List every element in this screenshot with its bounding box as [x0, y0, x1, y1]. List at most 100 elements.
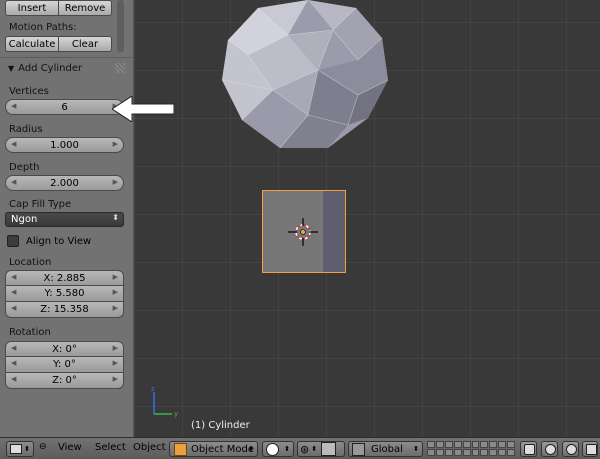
vertices-field[interactable]: ◀ 6 ▶ — [5, 99, 124, 115]
mode-label: Object Mode — [191, 443, 254, 455]
collapse-triangle-icon[interactable]: ▼ — [8, 64, 14, 73]
calculate-button[interactable]: Calculate — [5, 36, 58, 52]
pivot-and-manipulator-buttons[interactable]: ⊛ ⬍ — [297, 441, 345, 457]
layer-button[interactable] — [507, 449, 515, 456]
decrement-arrow-icon[interactable]: ◀ — [11, 304, 16, 312]
layer-button[interactable] — [427, 441, 435, 448]
3d-view-header: ⬍ ⊖ View Select Object Object Mode ⬍ ⬍ ⊛… — [0, 437, 600, 459]
layer-button[interactable] — [427, 449, 435, 456]
editor-type-button[interactable]: ⬍ — [6, 441, 34, 457]
increment-arrow-icon[interactable]: ▶ — [113, 178, 118, 186]
layer-button[interactable] — [480, 441, 489, 448]
decrement-arrow-icon[interactable]: ◀ — [11, 344, 16, 352]
layer-button[interactable] — [471, 441, 480, 448]
select-menu[interactable]: Select — [95, 442, 126, 453]
chevron-down-icon: ⬍ — [24, 445, 30, 453]
layer-button[interactable] — [462, 449, 471, 456]
interaction-mode-dropdown[interactable]: Object Mode ⬍ — [169, 441, 258, 457]
3d-view-editor-icon — [10, 444, 23, 454]
rotation-label: Rotation — [9, 327, 51, 338]
layer-button[interactable] — [489, 441, 498, 448]
layer-button[interactable] — [453, 449, 462, 456]
viewport-shading-dropdown[interactable]: ⬍ — [262, 441, 294, 457]
depth-field[interactable]: ◀ 2.000 ▶ — [5, 175, 124, 191]
layer-button[interactable] — [444, 441, 453, 448]
orientation-icon — [352, 442, 365, 456]
layer-button[interactable] — [435, 449, 444, 456]
rotation-y-field[interactable]: ◀ Y: 0° ▶ — [5, 357, 124, 373]
render-preview-button[interactable] — [582, 441, 598, 457]
operator-panel-header[interactable]: ▼ Add Cylinder — [0, 57, 133, 78]
proportional-edit-icon — [545, 444, 556, 455]
camera-icon — [586, 444, 597, 455]
clear-button[interactable]: Clear — [58, 36, 112, 52]
layer-buttons[interactable] — [427, 441, 515, 456]
layer-button[interactable] — [480, 449, 489, 456]
location-y-field[interactable]: ◀ Y: 5.580 ▶ — [5, 286, 124, 302]
layer-button[interactable] — [489, 449, 498, 456]
rotation-x-value: X: 0° — [52, 343, 77, 355]
decrement-arrow-icon[interactable]: ◀ — [11, 102, 16, 110]
depth-label: Depth — [9, 162, 40, 173]
rotation-x-field[interactable]: ◀ X: 0° ▶ — [5, 341, 124, 357]
location-z-value: Z: 15.358 — [40, 304, 89, 315]
view-menu[interactable]: View — [58, 442, 82, 453]
cylinder-shaded-side — [323, 191, 345, 272]
object-mode-icon — [174, 442, 187, 456]
3d-cursor-icon[interactable] — [286, 217, 320, 247]
cap-fill-dropdown[interactable]: Ngon ⬍ — [5, 212, 124, 227]
location-x-field[interactable]: ◀ X: 2.885 ▶ — [5, 270, 124, 286]
increment-arrow-icon[interactable]: ▶ — [113, 375, 118, 383]
icosphere-mesh[interactable] — [218, 0, 390, 152]
increment-arrow-icon[interactable]: ▶ — [113, 359, 118, 367]
decrement-arrow-icon[interactable]: ◀ — [11, 273, 16, 281]
layer-button[interactable] — [462, 441, 471, 448]
keyframe-buttons: Insert Remove — [5, 0, 112, 16]
decrement-arrow-icon[interactable]: ◀ — [11, 178, 16, 186]
updown-arrow-icon: ⬍ — [311, 445, 318, 453]
layer-button[interactable] — [444, 449, 453, 456]
magnet-icon — [566, 444, 577, 455]
increment-arrow-icon[interactable]: ▶ — [113, 273, 118, 281]
expand-toggle-icon[interactable]: ⊖ — [39, 442, 47, 452]
radius-field[interactable]: ◀ 1.000 ▶ — [5, 137, 124, 153]
increment-arrow-icon[interactable]: ▶ — [113, 344, 118, 352]
proportional-edit-button[interactable] — [541, 441, 558, 457]
axis-gizmo-icon: y z — [151, 386, 178, 418]
increment-arrow-icon[interactable]: ▶ — [113, 288, 118, 296]
remove-keyframe-button[interactable]: Remove — [58, 0, 112, 16]
active-object-label: (1) Cylinder — [191, 420, 250, 431]
location-z-field[interactable]: ◀ Z: 15.358 ▶ — [5, 302, 124, 318]
rotation-z-field[interactable]: ◀ Z: 0° ▶ — [5, 373, 124, 389]
drag-grip-icon[interactable] — [115, 63, 125, 73]
layer-button[interactable] — [498, 441, 507, 448]
rotation-y-value: Y: 0° — [53, 359, 76, 370]
align-to-view-label: Align to View — [26, 235, 92, 247]
decrement-arrow-icon[interactable]: ◀ — [11, 140, 16, 148]
insert-keyframe-button[interactable]: Insert — [5, 0, 58, 16]
layer-button[interactable] — [498, 449, 507, 456]
layer-button[interactable] — [507, 441, 515, 448]
increment-arrow-icon[interactable]: ▶ — [113, 140, 118, 148]
decrement-arrow-icon[interactable]: ◀ — [11, 359, 16, 367]
tool-shelf: Insert Remove Motion Paths: Calculate Cl… — [0, 0, 134, 437]
layer-button[interactable] — [471, 449, 480, 456]
svg-text:z: z — [151, 386, 155, 393]
layer-button[interactable] — [435, 441, 444, 448]
align-to-view-checkbox[interactable] — [7, 235, 19, 247]
decrement-arrow-icon[interactable]: ◀ — [11, 288, 16, 296]
align-to-view-row[interactable]: Align to View — [7, 235, 91, 247]
snap-toggle-button[interactable] — [562, 441, 579, 457]
updown-arrow-icon: ⬍ — [112, 213, 119, 222]
transform-orientation-dropdown[interactable]: Global ⬍ — [348, 441, 423, 457]
object-menu[interactable]: Object — [133, 442, 166, 453]
increment-arrow-icon[interactable]: ▶ — [113, 304, 118, 312]
lock-layers-button[interactable] — [520, 441, 537, 457]
solid-shading-icon — [266, 442, 279, 456]
operator-title: Add Cylinder — [18, 62, 83, 74]
radius-value: 1.000 — [50, 139, 79, 151]
panel-scrollbar[interactable] — [117, 0, 124, 52]
layer-button[interactable] — [453, 441, 462, 448]
decrement-arrow-icon[interactable]: ◀ — [11, 375, 16, 383]
motion-path-buttons: Calculate Clear — [5, 36, 112, 52]
